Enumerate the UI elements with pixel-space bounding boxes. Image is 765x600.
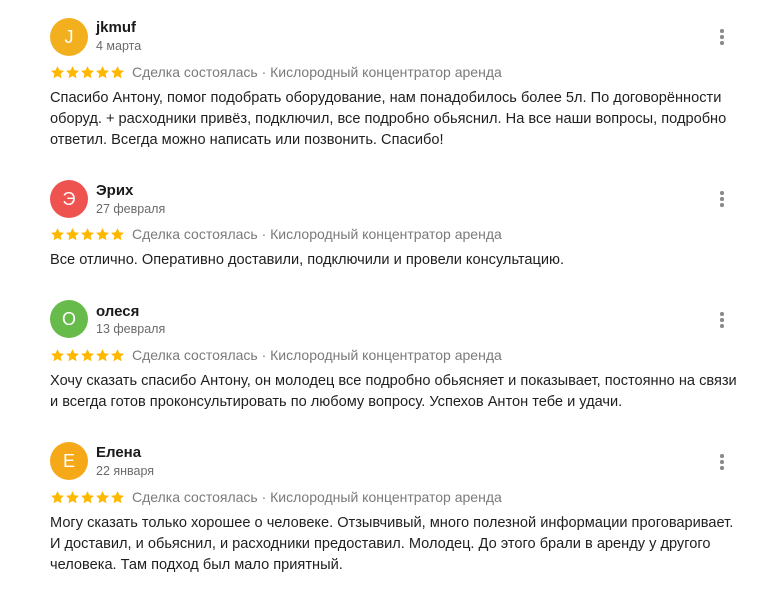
star-icon xyxy=(66,491,79,504)
avatar[interactable]: Е xyxy=(50,442,88,480)
review-date: 22 января xyxy=(96,464,155,478)
star-icon xyxy=(96,491,109,504)
review-meta: Сделка состоялась · Кислородный концентр… xyxy=(132,489,502,505)
review-card: Е Елена 22 января Сделка состоялась · Ки… xyxy=(0,0,765,600)
star-icon xyxy=(51,491,64,504)
rating-stars xyxy=(50,490,125,506)
more-options-button[interactable] xyxy=(712,452,732,472)
review-text: Могу сказать только хорошее о человеке. … xyxy=(50,515,734,573)
star-icon xyxy=(111,491,124,504)
star-icon xyxy=(81,491,94,504)
review-author[interactable]: Елена xyxy=(96,444,141,461)
